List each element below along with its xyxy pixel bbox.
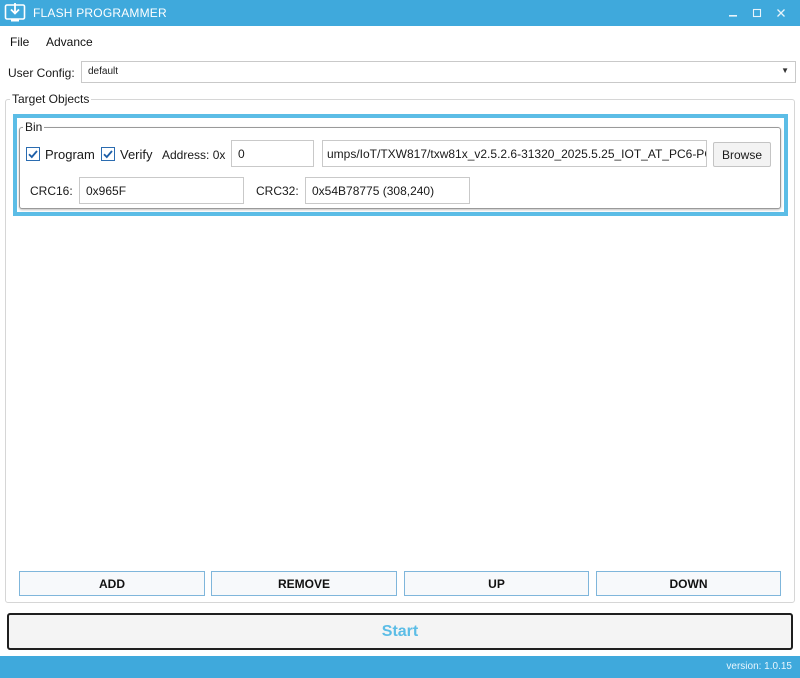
menu-advance[interactable]: Advance	[46, 35, 93, 49]
file-path-input[interactable]: umps/IoT/TXW817/txw81x_v2.5.2.6-31320_20…	[322, 140, 707, 167]
version-text: version: 1.0.15	[726, 661, 792, 672]
menu-file[interactable]: File	[10, 35, 29, 49]
address-label: Address: 0x	[162, 148, 226, 162]
program-label[interactable]: Program	[45, 147, 95, 162]
up-button[interactable]: UP	[404, 571, 589, 596]
close-button[interactable]	[769, 2, 793, 24]
crc16-field: 0x965F	[79, 177, 244, 204]
browse-button[interactable]: Browse	[713, 142, 771, 167]
start-button[interactable]: Start	[7, 613, 793, 650]
add-button[interactable]: ADD	[19, 571, 205, 596]
user-config-select[interactable]: default ▼	[81, 61, 796, 83]
crc16-value: 0x965F	[86, 184, 127, 198]
checkmark-icon	[28, 150, 38, 159]
title-bar: FLASH PROGRAMMER	[0, 0, 800, 26]
crc16-label: CRC16:	[30, 184, 73, 198]
down-button[interactable]: DOWN	[596, 571, 781, 596]
remove-button[interactable]: REMOVE	[211, 571, 397, 596]
program-checkbox[interactable]	[26, 147, 40, 161]
crc32-value: 0x54B78775 (308,240)	[312, 184, 435, 198]
verify-label[interactable]: Verify	[120, 147, 153, 162]
user-config-label: User Config:	[8, 66, 75, 80]
maximize-button[interactable]	[745, 2, 769, 24]
file-path-value: umps/IoT/TXW817/txw81x_v2.5.2.6-31320_20…	[327, 147, 706, 161]
menu-bar: File Advance	[0, 26, 800, 56]
status-bar: version: 1.0.15	[0, 656, 800, 678]
checkmark-icon	[103, 150, 113, 159]
chevron-down-icon: ▼	[781, 66, 789, 75]
user-config-value: default	[88, 66, 119, 77]
verify-checkbox[interactable]	[101, 147, 115, 161]
window-title: FLASH PROGRAMMER	[33, 6, 167, 20]
bin-legend: Bin	[23, 120, 45, 134]
target-objects-legend: Target Objects	[10, 92, 92, 106]
address-input[interactable]: 0	[231, 140, 314, 167]
crc32-field: 0x54B78775 (308,240)	[305, 177, 470, 204]
download-icon	[4, 2, 26, 23]
crc32-label: CRC32:	[256, 184, 299, 198]
address-value: 0	[238, 147, 245, 161]
minimize-button[interactable]	[721, 2, 745, 24]
